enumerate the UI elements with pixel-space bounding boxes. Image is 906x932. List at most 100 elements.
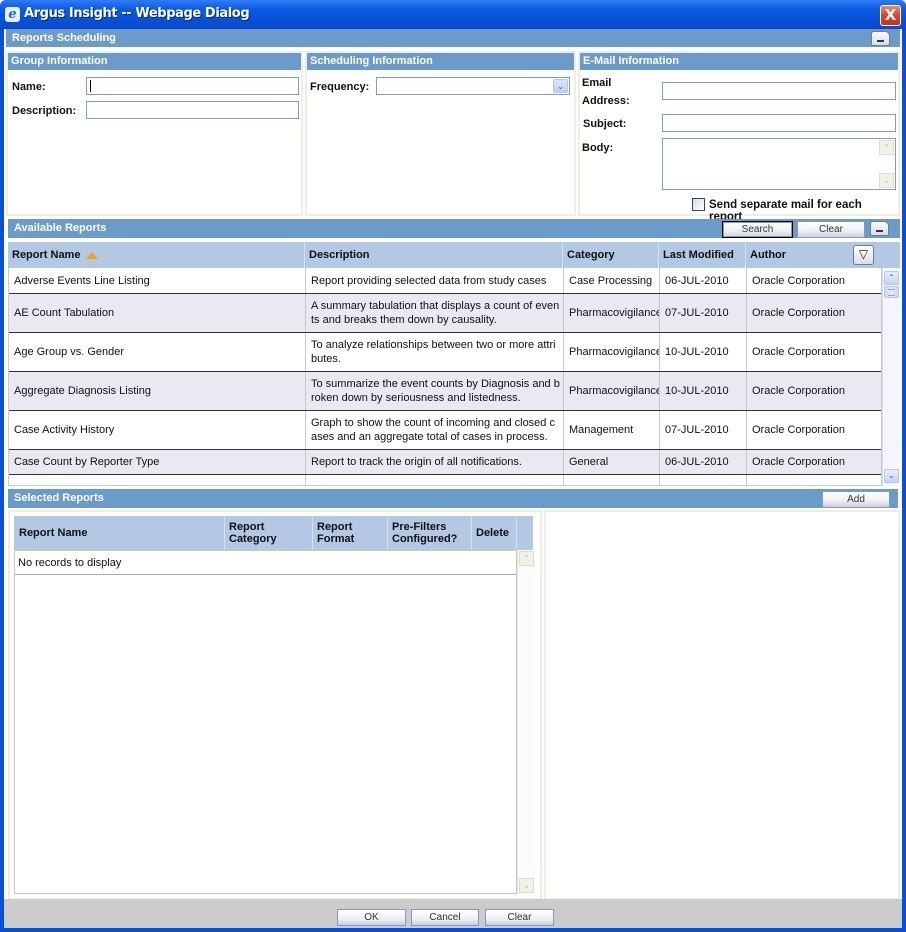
selected-reports-table: No records to display bbox=[14, 550, 517, 894]
selected-reports-header-row: Report Name Report Category Report Forma… bbox=[14, 516, 533, 550]
group-information-header: Group Information bbox=[8, 53, 301, 70]
description-label: Description: bbox=[12, 105, 77, 117]
selected-reports-header: Selected Reports bbox=[8, 489, 898, 508]
scroll-down-icon[interactable]: ⌄ bbox=[519, 878, 534, 893]
table-row[interactable]: AE Count Tabulation A summary tabulation … bbox=[9, 294, 881, 333]
description-cell: Report to track the origin of all notifi… bbox=[306, 450, 564, 474]
email-information-header: E-Mail Information bbox=[580, 53, 898, 70]
column-header-report-name[interactable]: Report Name bbox=[14, 516, 225, 550]
ok-button[interactable]: OK bbox=[337, 909, 406, 926]
scroll-up-icon[interactable]: ⌃ bbox=[879, 140, 894, 155]
body-textarea[interactable]: ⌃ ⌄ bbox=[662, 138, 896, 190]
column-header-description[interactable]: Description bbox=[305, 242, 563, 268]
text-caret bbox=[90, 80, 91, 92]
description-cell: Graph to show the count of incoming and … bbox=[306, 411, 564, 449]
empty-cell bbox=[747, 475, 881, 485]
last-modified-cell: 10-JUL-2010 bbox=[660, 372, 747, 410]
frequency-select[interactable]: ⌄ bbox=[376, 77, 570, 95]
email-information-panel: E-Mail Information Email Address: Subjec… bbox=[578, 51, 900, 223]
clear-search-button[interactable]: Clear bbox=[797, 221, 865, 238]
name-input[interactable] bbox=[86, 77, 299, 95]
author-cell: Oracle Corporation bbox=[747, 411, 881, 449]
filter-icon: ▽ bbox=[858, 247, 869, 261]
report-name-cell: Adverse Events Line Listing bbox=[9, 268, 306, 293]
close-button[interactable]: X bbox=[880, 5, 901, 26]
column-header-report-category[interactable]: Report Category bbox=[225, 516, 313, 550]
table-row[interactable]: Aggregate Diagnosis Listing To summarize … bbox=[9, 372, 881, 411]
title-bar[interactable]: e Argus Insight -- Webpage Dialog X bbox=[0, 0, 906, 30]
scroll-up-icon[interactable]: ⌃ bbox=[519, 551, 534, 566]
available-reports-header-row: Report Name Description Category Last Mo… bbox=[8, 242, 900, 268]
column-header-report-name[interactable]: Report Name bbox=[8, 242, 305, 268]
column-header-delete[interactable]: Delete bbox=[472, 516, 517, 550]
author-cell: Oracle Corporation bbox=[747, 450, 881, 474]
scroll-down-icon[interactable]: ⌄ bbox=[879, 173, 894, 188]
collapse-available-reports-button[interactable] bbox=[870, 221, 889, 236]
internet-explorer-icon: e bbox=[5, 7, 20, 22]
scheduling-information-header: Scheduling Information bbox=[307, 53, 574, 70]
scroll-down-icon[interactable]: ⌄ bbox=[884, 469, 899, 483]
table-row[interactable]: Age Group vs. Gender To analyze relations… bbox=[9, 333, 881, 372]
email-address-label-line1: Email bbox=[582, 77, 612, 89]
selected-reports-title: Selected Reports bbox=[14, 492, 104, 504]
cancel-button[interactable]: Cancel bbox=[411, 909, 479, 926]
empty-cell bbox=[564, 475, 660, 485]
subject-label: Subject: bbox=[583, 118, 627, 130]
table-row[interactable]: Adverse Events Line Listing Report provid… bbox=[9, 268, 881, 294]
subject-input[interactable] bbox=[662, 114, 896, 132]
description-cell: To summarize the event counts by Diagnos… bbox=[306, 372, 564, 410]
table-row[interactable]: Case Count by Reporter Type Report to tra… bbox=[9, 450, 881, 475]
chevron-down-icon[interactable]: ⌄ bbox=[553, 79, 568, 93]
selected-reports-scrollbar[interactable]: ⌃ ⌄ bbox=[517, 550, 535, 894]
last-modified-cell: 06-JUL-2010 bbox=[660, 268, 747, 293]
column-header-category[interactable]: Category bbox=[563, 242, 659, 268]
last-modified-cell: 10-JUL-2010 bbox=[660, 333, 747, 371]
empty-message: No records to display bbox=[15, 551, 516, 575]
last-modified-cell: 07-JUL-2010 bbox=[660, 294, 747, 332]
available-reports-title: Available Reports bbox=[14, 222, 107, 234]
table-row-partial bbox=[9, 475, 881, 485]
author-cell: Oracle Corporation bbox=[747, 294, 881, 332]
author-cell: Oracle Corporation bbox=[747, 372, 881, 410]
scroll-up-icon[interactable]: ⌃ bbox=[884, 271, 899, 285]
clear-button[interactable]: Clear bbox=[485, 909, 554, 926]
last-modified-cell: 07-JUL-2010 bbox=[660, 411, 747, 449]
last-modified-cell: 06-JUL-2010 bbox=[660, 450, 747, 474]
reports-scheduling-header: Reports Scheduling bbox=[6, 29, 900, 47]
column-header-pre-filters[interactable]: Pre-Filters Configured? bbox=[388, 516, 472, 550]
scrollbar-thumb[interactable] bbox=[884, 286, 899, 298]
category-cell: General bbox=[564, 450, 660, 474]
available-reports-scrollbar[interactable]: ⌃ ⌄ bbox=[882, 268, 900, 486]
email-address-label-line2: Address: bbox=[582, 95, 630, 107]
category-cell: Management bbox=[564, 411, 660, 449]
scheduling-information-panel: Scheduling Information Frequency: ⌄ bbox=[305, 51, 576, 216]
description-input[interactable] bbox=[86, 101, 299, 119]
email-address-input[interactable] bbox=[662, 82, 896, 100]
collapse-scheduling-button[interactable] bbox=[871, 31, 890, 46]
search-button[interactable]: Search bbox=[722, 221, 793, 238]
add-button[interactable]: Add bbox=[822, 491, 890, 508]
selected-reports-panel: Report Name Report Category Report Forma… bbox=[8, 510, 542, 900]
frequency-label: Frequency: bbox=[310, 81, 370, 93]
group-information-panel: Group Information Name: Description: bbox=[6, 51, 303, 216]
table-row[interactable]: Case Activity History Graph to show the c… bbox=[9, 411, 881, 450]
report-name-cell: Case Activity History bbox=[9, 411, 306, 449]
filter-button[interactable]: ▽ bbox=[853, 245, 874, 265]
report-name-cell: Case Count by Reporter Type bbox=[9, 450, 306, 474]
column-header-report-format[interactable]: Report Format bbox=[313, 516, 388, 550]
body-label: Body: bbox=[582, 142, 614, 154]
available-reports-table: Adverse Events Line Listing Report provid… bbox=[8, 268, 882, 486]
empty-cell bbox=[306, 475, 564, 485]
dialog-window: e Argus Insight -- Webpage Dialog X Repo… bbox=[0, 0, 906, 932]
empty-cell bbox=[9, 475, 306, 485]
column-header-last-modified[interactable]: Last Modified bbox=[659, 242, 746, 268]
dialog-footer: OK Cancel Clear bbox=[4, 899, 902, 928]
name-label: Name: bbox=[12, 81, 46, 93]
window-title: Argus Insight -- Webpage Dialog bbox=[24, 6, 250, 21]
description-cell: A summary tabulation that displays a cou… bbox=[306, 294, 564, 332]
description-cell: To analyze relationships between two or … bbox=[306, 333, 564, 371]
separate-mail-checkbox[interactable] bbox=[692, 198, 705, 211]
author-cell: Oracle Corporation bbox=[747, 268, 881, 293]
empty-cell bbox=[660, 475, 747, 485]
category-cell: Pharmacovigilance bbox=[564, 333, 660, 371]
